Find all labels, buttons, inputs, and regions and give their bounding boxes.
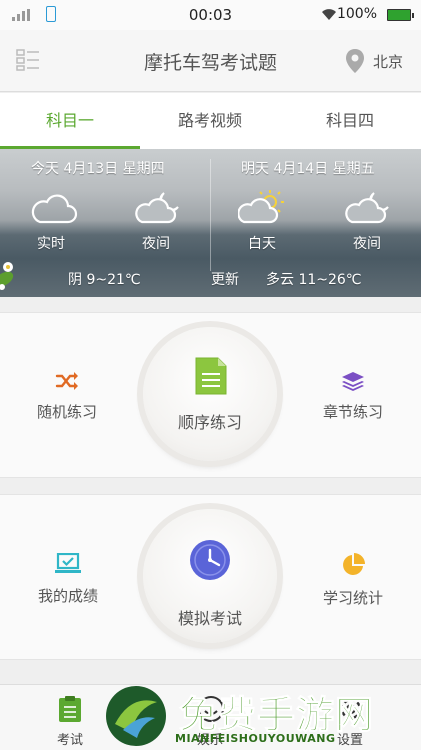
mock-exam-button[interactable]: 模拟考试 [143, 509, 277, 643]
random-practice-button[interactable]: 随机练习 [7, 371, 127, 422]
my-scores-label: 我的成绩 [37, 587, 98, 605]
cloud-icon [28, 193, 78, 229]
chapter-practice-label: 章节练习 [322, 403, 383, 421]
flower-decoration-icon [0, 253, 24, 293]
chapter-practice-button[interactable]: 章节练习 [293, 371, 413, 422]
sequential-practice-button[interactable]: 顺序练习 [143, 327, 277, 461]
tab-subject-four[interactable]: 科目四 [280, 93, 420, 149]
study-stats-button[interactable]: 学习统计 [293, 553, 413, 608]
exam-panel: 我的成绩 模拟考试 学习统计 [0, 494, 421, 660]
cloud-sun-icon [237, 189, 288, 229]
today-night-label: 夜间 [142, 236, 170, 252]
subject-tabs: 科目一 路考视频 科目四 [0, 93, 421, 149]
today-now-label: 实时 [37, 236, 65, 252]
watermark-title: 免费手游网 [178, 693, 375, 738]
title-bar: 摩托车驾考试题 北京 [0, 30, 421, 92]
laptop-check-icon [55, 552, 81, 573]
update-button[interactable]: 更新 [211, 269, 239, 289]
cloud-moon-icon [134, 189, 184, 229]
watermark-subtitle: MIANFEISHOUYOUWANG [175, 732, 336, 745]
tomorrow-day-label: 白天 [248, 236, 276, 252]
tomorrow-night-label: 夜间 [353, 236, 381, 252]
tab-road-video[interactable]: 路考视频 [140, 93, 280, 149]
city-label[interactable]: 北京 [373, 51, 403, 72]
weather-panel[interactable]: 今天 4月13日 星期四 明天 4月14日 星期五 实时 夜间 白天 夜间 阴 … [0, 149, 421, 297]
study-stats-label: 学习统计 [322, 589, 383, 607]
today-date: 今天 4月13日 星期四 [31, 161, 165, 177]
tomorrow-summary: 多云 11~26℃ [266, 272, 362, 288]
sequential-practice-label: 顺序练习 [177, 413, 242, 432]
site-watermark: 免费手游网 MIANFEISHOUYOUWANG [101, 682, 411, 750]
tab-subject-one[interactable]: 科目一 [0, 93, 140, 149]
clipboard-icon [59, 696, 81, 722]
pie-chart-icon [343, 553, 365, 575]
location-pin-icon[interactable] [345, 48, 365, 74]
tomorrow-date: 明天 4月14日 星期五 [241, 161, 375, 177]
cloud-moon-icon [344, 189, 394, 229]
weather-divider [210, 159, 211, 271]
nav-exam-label: 考试 [56, 733, 83, 748]
mock-exam-label: 模拟考试 [177, 609, 242, 628]
clock-icon [190, 540, 230, 580]
battery-icon [387, 9, 414, 21]
watermark-logo-icon [106, 686, 166, 746]
random-practice-label: 随机练习 [36, 403, 97, 421]
layers-icon [342, 372, 364, 391]
document-icon [195, 357, 227, 395]
shuffle-icon [55, 372, 78, 390]
practice-panel: 随机练习 顺序练习 章节练习 [0, 312, 421, 478]
status-bar: 00:03 100% [0, 0, 421, 30]
wifi-icon [321, 7, 337, 25]
today-summary: 阴 9~21℃ [68, 272, 141, 288]
my-scores-button[interactable]: 我的成绩 [8, 552, 128, 606]
battery-percent: 100% [336, 6, 377, 22]
